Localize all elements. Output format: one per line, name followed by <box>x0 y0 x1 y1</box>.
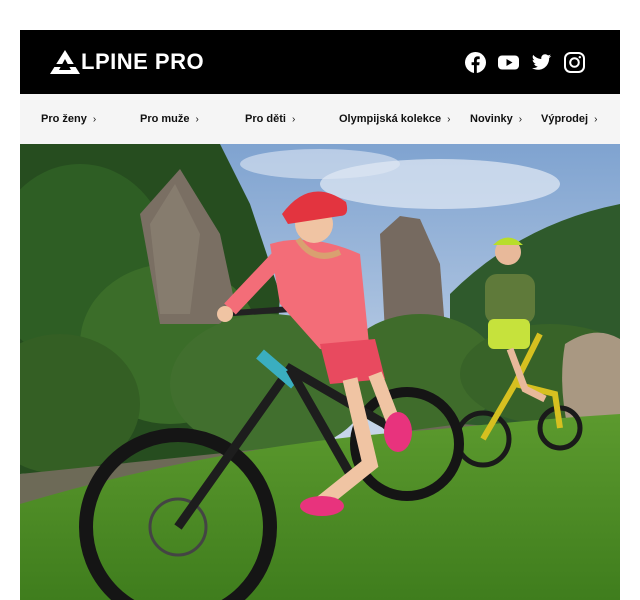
twitter-icon[interactable] <box>531 52 552 73</box>
nav-item-label: Pro děti <box>245 113 286 125</box>
nav-item-label: Novinky <box>470 113 513 125</box>
nav-item-pro-deti[interactable]: Pro děti › <box>245 113 339 125</box>
facebook-icon[interactable] <box>465 51 486 73</box>
instagram-icon[interactable] <box>564 51 585 73</box>
nav-item-pro-muze[interactable]: Pro muže › <box>140 113 245 125</box>
chevron-right-icon: › <box>594 113 598 125</box>
brand-name: LPINE PRO <box>81 49 205 74</box>
social-links <box>465 51 585 73</box>
hero-image[interactable] <box>20 144 620 600</box>
nav-item-label: Pro ženy <box>41 113 87 125</box>
chevron-right-icon: › <box>291 113 296 125</box>
nav-item-label: Výprodej <box>541 113 589 125</box>
chevron-right-icon: › <box>92 113 97 125</box>
header: LPINE PRO <box>20 30 620 94</box>
category-nav: Pro ženy › Pro muže › Pro děti › Olympijská… <box>20 94 620 144</box>
email-container: LPINE PRO Pro ženy › Pro muže › Pro děti › … <box>20 30 620 600</box>
nav-item-label: Olympijská kolekce <box>339 113 442 125</box>
chevron-right-icon: › <box>195 113 199 125</box>
nav-item-vyprodej[interactable]: Výprodej › <box>541 113 611 125</box>
nav-item-pro-zeny[interactable]: Pro ženy › <box>41 113 140 125</box>
nav-item-novinky[interactable]: Novinky › <box>470 113 541 125</box>
youtube-icon[interactable] <box>498 52 519 73</box>
cyclists-illustration <box>20 144 620 600</box>
brand-logo[interactable]: LPINE PRO <box>50 49 204 75</box>
logo-a-icon <box>50 50 80 74</box>
chevron-right-icon: › <box>447 113 451 125</box>
nav-item-label: Pro muže <box>140 113 190 125</box>
nav-item-olympijska-kolekce[interactable]: Olympijská kolekce › <box>339 113 470 125</box>
chevron-right-icon: › <box>518 113 523 125</box>
